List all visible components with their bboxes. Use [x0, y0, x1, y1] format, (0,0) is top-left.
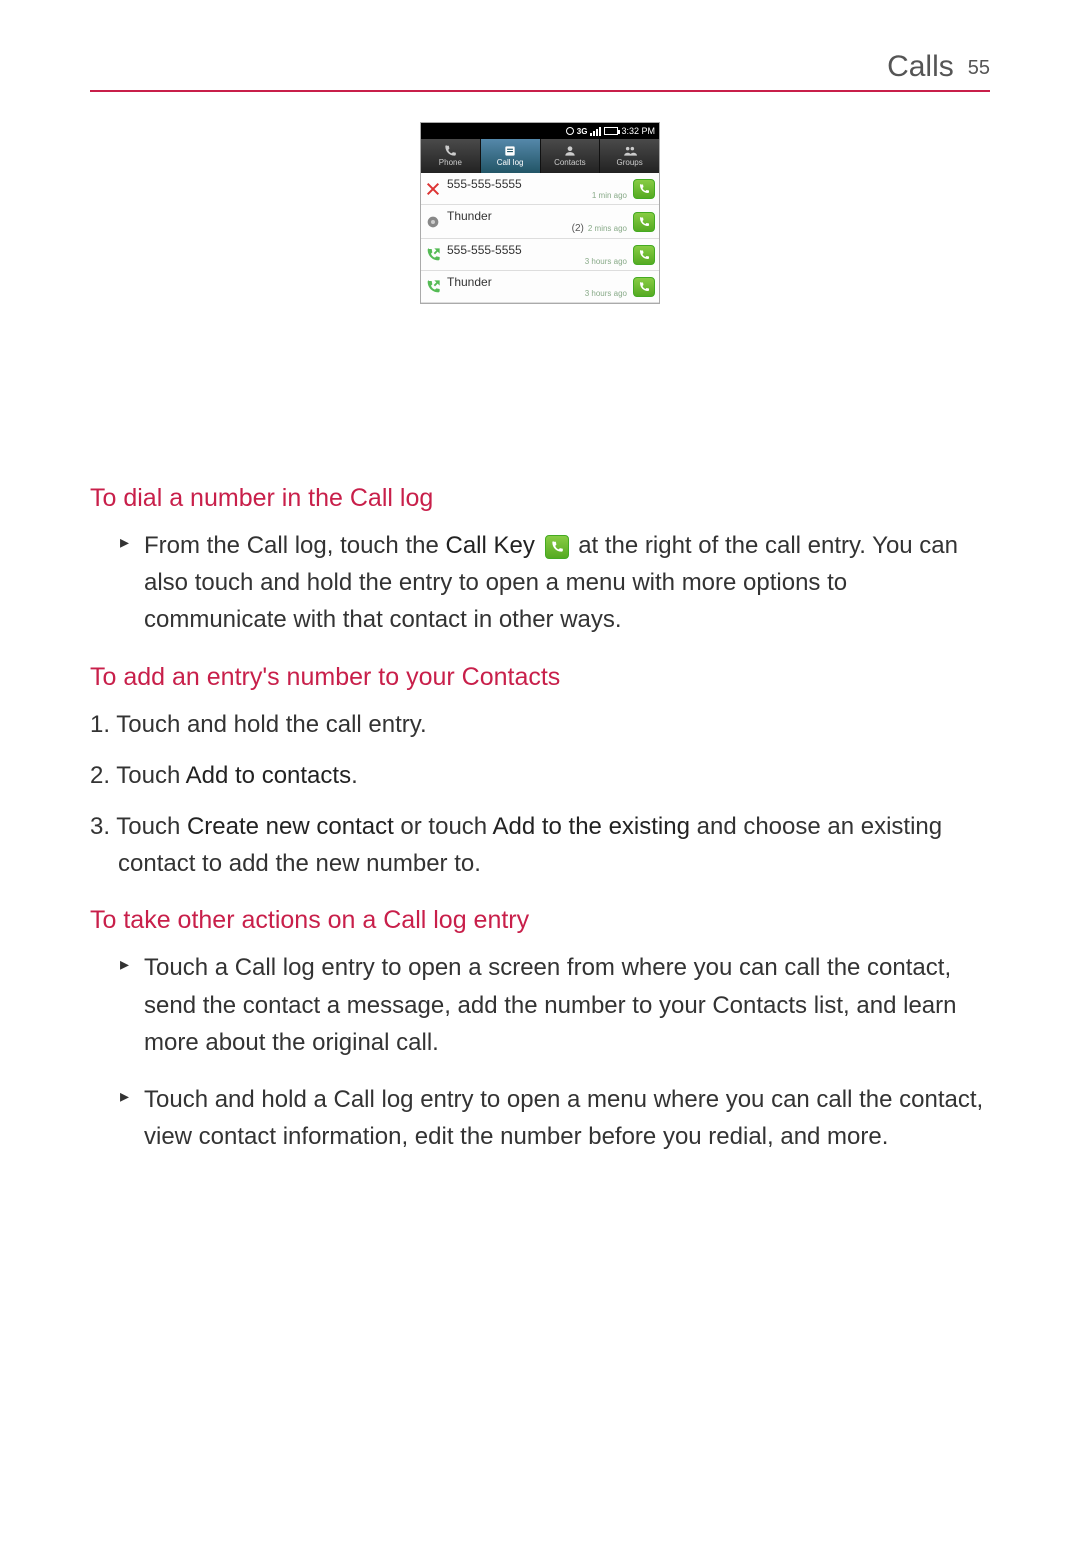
- bold-create-new: Create new contact: [187, 813, 394, 840]
- outgoing-call-icon: [425, 279, 441, 295]
- heading-add-contact: To add an entry's number to your Contact…: [90, 663, 990, 692]
- section-name: Calls: [887, 50, 954, 84]
- tab-phone[interactable]: Phone: [421, 139, 481, 173]
- bold-add-to-contacts: Add to contacts: [186, 762, 351, 789]
- call-log-list: 555-555-5555 1 min ago Thunder (2) 2 mins…: [421, 173, 659, 303]
- call-key-button[interactable]: [633, 179, 655, 199]
- call-count: (2): [572, 223, 584, 234]
- manual-page: Calls 55 3G 3:32 PM Phone Call log Conta…: [0, 0, 1080, 1155]
- tab-label: Phone: [439, 158, 462, 167]
- call-entry-name: 555-555-5555: [447, 177, 627, 191]
- page-number: 55: [968, 57, 990, 80]
- call-key-icon: [545, 535, 569, 559]
- tab-label: Groups: [617, 158, 643, 167]
- heading-other-actions: To take other actions on a Call log entr…: [90, 906, 990, 935]
- step-1: 1. Touch and hold the call entry.: [90, 706, 990, 743]
- tab-groups[interactable]: Groups: [600, 139, 659, 173]
- voicemail-icon: [425, 214, 441, 230]
- step-2: 2. Touch Add to contacts.: [90, 757, 990, 794]
- heading-dial-number: To dial a number in the Call log: [90, 484, 990, 513]
- tab-call-log[interactable]: Call log: [481, 139, 541, 173]
- call-entry-time: 2 mins ago: [588, 224, 627, 233]
- phone-tabs: Phone Call log Contacts Groups: [421, 139, 659, 173]
- call-entry-name: Thunder: [447, 209, 627, 223]
- status-bar: 3G 3:32 PM: [421, 123, 659, 139]
- step-3: 3. Touch Create new contact or touch Add…: [90, 808, 990, 882]
- tab-label: Contacts: [554, 158, 586, 167]
- call-log-row[interactable]: 555-555-5555 1 min ago: [421, 173, 659, 205]
- call-key-button[interactable]: [633, 212, 655, 232]
- page-header: Calls 55: [90, 50, 990, 92]
- call-log-row[interactable]: 555-555-5555 3 hours ago: [421, 239, 659, 271]
- call-entry-name: Thunder: [447, 275, 627, 289]
- bold-call-key: Call Key: [445, 532, 534, 559]
- bold-add-existing: Add to the existing: [492, 813, 689, 840]
- signal-icon: [590, 127, 601, 136]
- call-entry-time: 3 hours ago: [585, 289, 627, 298]
- outgoing-call-icon: [425, 247, 441, 263]
- instruction-text: Touch and hold a Call log entry to open …: [90, 1081, 990, 1155]
- tab-contacts[interactable]: Contacts: [541, 139, 601, 173]
- instruction-text: From the Call log, touch the Call Key at…: [90, 527, 990, 639]
- call-entry-time: 3 hours ago: [585, 257, 627, 266]
- call-entry-time: 1 min ago: [592, 191, 627, 200]
- contacts-icon: [563, 145, 577, 157]
- missed-call-icon: [425, 181, 441, 197]
- phone-screenshot: 3G 3:32 PM Phone Call log Contacts Group…: [420, 122, 660, 304]
- call-log-row[interactable]: Thunder 3 hours ago: [421, 271, 659, 303]
- battery-icon: [604, 127, 618, 135]
- 3g-icon: 3G: [577, 127, 588, 136]
- tab-label: Call log: [497, 158, 524, 167]
- list-icon: [503, 145, 517, 157]
- status-time: 3:32 PM: [621, 126, 655, 136]
- phone-icon: [443, 145, 457, 157]
- instruction-text: Touch a Call log entry to open a screen …: [90, 949, 990, 1061]
- call-key-button[interactable]: [633, 277, 655, 297]
- groups-icon: [623, 145, 637, 157]
- call-log-row[interactable]: Thunder (2) 2 mins ago: [421, 205, 659, 239]
- call-entry-name: 555-555-5555: [447, 243, 627, 257]
- sync-icon: [566, 127, 574, 135]
- call-key-button[interactable]: [633, 245, 655, 265]
